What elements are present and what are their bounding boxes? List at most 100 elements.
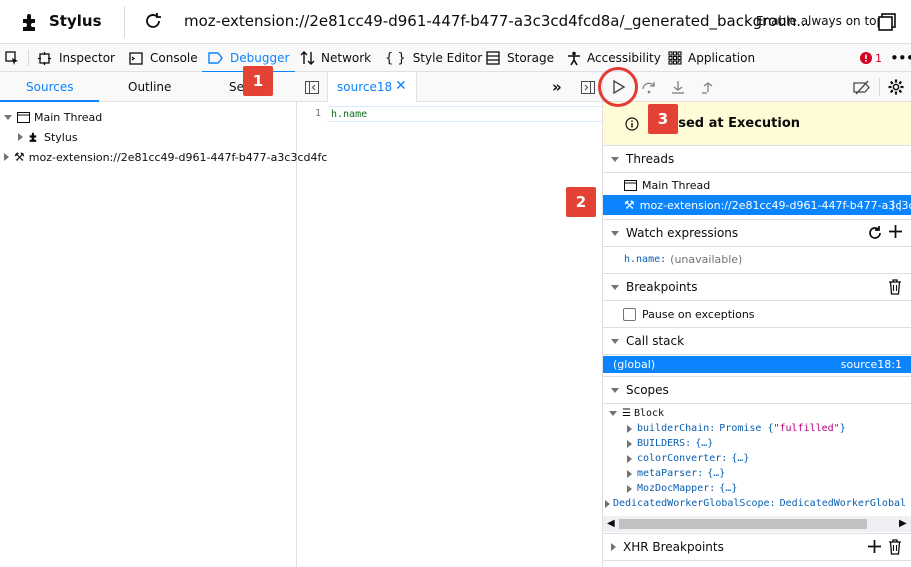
variable-name: colorConverter <box>637 453 722 464</box>
worker-icon: ⚒ <box>14 150 25 164</box>
selected-tab-indicator <box>0 100 99 102</box>
annotation-badge: 3 <box>648 104 678 134</box>
callstack-frame[interactable]: (global) source18:1 <box>603 356 911 373</box>
expand-arrow-icon <box>609 410 617 416</box>
scroll-right-icon[interactable]: ▶ <box>899 518 907 529</box>
toggle-breakpoints-pane-icon[interactable] <box>581 80 595 94</box>
thread-extension-worker[interactable]: ⚒ moz-extension://2e81cc49-d961-447f-b47… <box>603 195 911 215</box>
editor-pane: source18 ✕ » 1 h.name <box>297 72 602 567</box>
variable-value: Promise { <box>719 423 774 434</box>
tab-search[interactable]: Se <box>229 80 244 94</box>
breakpoints-header[interactable]: Breakpoints <box>603 273 911 301</box>
scopes-header[interactable]: Scopes <box>603 376 911 404</box>
always-on-top-icon[interactable] <box>878 13 896 31</box>
expand-arrow-icon <box>611 387 619 393</box>
horizontal-scrollbar[interactable]: ◀ ▶ <box>603 516 911 532</box>
tree-item-extension-worker[interactable]: ⚒ moz-extension://2e81cc49-d961-447f-b47… <box>0 147 327 167</box>
window-icon <box>624 179 637 191</box>
tree-item-label: Stylus <box>44 130 78 144</box>
settings-gear-icon[interactable] <box>888 79 904 95</box>
scope-block[interactable]: ☰ Block <box>603 405 911 421</box>
refresh-icon[interactable] <box>867 225 883 241</box>
frame-location: source18:1 <box>840 358 902 371</box>
debugger-sidebar: Paused at Execution Threads Main Thread … <box>602 72 911 567</box>
puzzle-icon <box>28 131 40 143</box>
collapse-arrow-icon <box>605 499 610 508</box>
editor-tab-label: source18 <box>337 80 393 94</box>
close-tab-icon[interactable]: ✕ <box>395 78 407 94</box>
info-icon <box>625 117 639 131</box>
collapse-arrow-icon <box>18 133 23 141</box>
pause-on-exceptions[interactable]: Pause on exceptions <box>603 304 911 324</box>
tab-style-editor[interactable]: { } Style Editor <box>385 44 482 72</box>
tab-application[interactable]: Application <box>668 44 755 72</box>
add-watch-icon[interactable] <box>888 224 903 239</box>
section-title: Scopes <box>626 383 669 397</box>
collapse-arrow-icon <box>627 424 632 433</box>
xhr-breakpoints-header[interactable]: XHR Breakpoints <box>603 533 911 561</box>
tree-item-stylus[interactable]: Stylus <box>0 127 78 147</box>
scrollbar-thumb[interactable] <box>619 519 867 529</box>
watch-expression[interactable]: h.name : (unavailable) <box>603 249 911 269</box>
scroll-left-icon[interactable]: ◀ <box>607 518 615 529</box>
deactivate-breakpoints-icon[interactable] <box>853 79 871 95</box>
always-on-top-label[interactable]: Enable always on top <box>756 14 884 28</box>
console-icon <box>129 51 143 65</box>
tabs-overflow-icon[interactable]: » <box>552 78 562 96</box>
step-over-icon[interactable] <box>640 79 658 95</box>
tab-label: Console <box>150 51 198 65</box>
step-in-icon[interactable] <box>669 79 687 95</box>
section-title: XHR Breakpoints <box>623 540 724 554</box>
tab-outline[interactable]: Outline <box>128 80 171 94</box>
step-out-icon[interactable] <box>699 79 717 95</box>
variable-name: BUILDERS <box>637 438 686 449</box>
trash-icon[interactable] <box>888 279 902 295</box>
window-icon <box>17 111 30 123</box>
scope-variable[interactable]: metaParser : {…} <box>603 466 911 481</box>
expand-arrow-icon <box>4 114 12 120</box>
expand-arrow-icon <box>611 230 619 236</box>
thread-main[interactable]: Main Thread <box>603 175 911 195</box>
scope-variable[interactable]: builderChain : Promise { "fulfilled" } <box>603 421 911 436</box>
editor-tab[interactable]: source18 ✕ <box>327 72 417 102</box>
error-count: 1 <box>875 51 882 65</box>
tab-storage[interactable]: Storage <box>486 44 554 72</box>
variable-value: {…} <box>695 438 714 449</box>
section-title: Watch expressions <box>626 226 739 240</box>
watch-header[interactable]: Watch expressions <box>603 219 911 247</box>
tab-inspector[interactable]: Inspector <box>38 44 115 72</box>
tab-sources[interactable]: Sources <box>26 80 73 94</box>
code-line[interactable]: h.name <box>327 106 602 122</box>
collapse-arrow-icon <box>4 153 9 161</box>
pause-on-exceptions-checkbox[interactable] <box>623 307 636 321</box>
tab-network[interactable]: Network <box>300 44 371 72</box>
annotation-badge: 1 <box>243 66 273 96</box>
scope-variable[interactable]: MozDocMapper : {…} <box>603 481 911 496</box>
scope-global[interactable]: DedicatedWorkerGlobalScope : DedicatedWo… <box>603 496 911 511</box>
trash-icon[interactable] <box>888 539 902 555</box>
tree-item-main-thread[interactable]: Main Thread <box>0 107 102 127</box>
scope-variable[interactable]: colorConverter : {…} <box>603 451 911 466</box>
callstack-header[interactable]: Call stack <box>603 327 911 355</box>
threads-header[interactable]: Threads <box>603 145 911 173</box>
scope-variable[interactable]: BUILDERS : {…} <box>603 436 911 451</box>
expand-arrow-icon <box>611 156 619 162</box>
tab-label: Debugger <box>230 51 290 65</box>
collapse-arrow-icon <box>627 469 632 478</box>
add-xhr-icon[interactable] <box>867 539 882 554</box>
error-count-badge[interactable]: 1 <box>860 44 882 72</box>
tab-label: Application <box>688 51 756 65</box>
debugger-icon <box>208 52 223 64</box>
tab-console[interactable]: Console <box>129 44 198 72</box>
pick-element-icon[interactable] <box>4 50 20 66</box>
paused-indicator-icon: | | <box>891 198 902 211</box>
storage-icon <box>486 51 500 65</box>
collapse-arrow-icon <box>627 439 632 448</box>
tab-label: Style Editor <box>412 51 483 65</box>
more-menu-icon[interactable]: ••• <box>890 49 911 67</box>
code-text: h.name <box>331 108 368 120</box>
toggle-sources-icon[interactable] <box>305 80 319 94</box>
reload-icon[interactable] <box>142 10 164 32</box>
annotation-badge: 2 <box>566 187 596 217</box>
variable-name: builderChain <box>637 423 710 434</box>
